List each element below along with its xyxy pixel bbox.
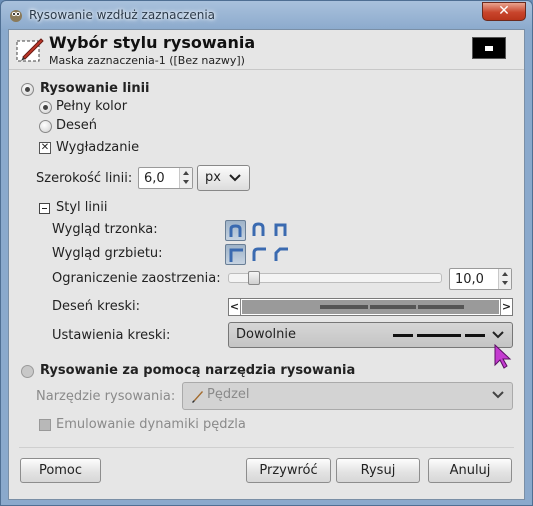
- cap-round-icon: [252, 222, 265, 236]
- dialog-content: Wybór stylu rysowania Maska zaznaczenia-…: [8, 29, 525, 500]
- cap-style-label: Wygląd trzonka:: [52, 222, 158, 237]
- paint-tool-label: Narzędzie rysowania:: [36, 389, 176, 404]
- join-bevel-icon: [274, 247, 288, 261]
- miter-limit-arrows[interactable]: [498, 269, 511, 289]
- cap-square-icon: [274, 223, 287, 236]
- line-style-label: Styl linii: [56, 200, 108, 215]
- chevron-down-icon: [229, 174, 241, 182]
- pattern-radio[interactable]: [39, 120, 52, 133]
- dialog-window: Rysowanie wzdłuż zaznaczenia ✕ Wybór sty…: [0, 0, 533, 506]
- cancel-button[interactable]: Anuluj: [428, 458, 512, 483]
- dash-preview-icon: [393, 334, 485, 337]
- cap-butt-button[interactable]: [225, 220, 246, 241]
- join-miter-button[interactable]: [225, 244, 246, 265]
- stroke-paint-radio[interactable]: [21, 365, 34, 378]
- dash-pattern-label: Deseń kreski:: [52, 299, 141, 314]
- separator: [19, 447, 514, 448]
- join-style-label: Wygląd grzbietu:: [52, 246, 163, 261]
- cap-butt-icon: [229, 224, 242, 237]
- title-bar: Rysowanie wzdłuż zaznaczenia ✕: [1, 1, 532, 29]
- paintbrush-icon: [192, 391, 203, 403]
- line-width-label: Szerokość linii:: [36, 171, 133, 186]
- gimp-icon: [10, 10, 22, 22]
- dash-pattern-scroll-right[interactable]: >: [500, 299, 512, 315]
- line-style-expander[interactable]: [39, 203, 50, 214]
- join-round-button[interactable]: [249, 244, 270, 265]
- dash-pattern-track[interactable]: [242, 300, 499, 314]
- cap-round-button[interactable]: [249, 220, 270, 241]
- dash-pattern-scroll-left[interactable]: <: [229, 299, 241, 315]
- stroke-button[interactable]: Rysuj: [336, 458, 420, 483]
- chevron-down-icon: [492, 331, 504, 339]
- stroke-paint-label: Rysowanie za pomocą narzędzia rysowania: [40, 363, 356, 378]
- dash-segment: [320, 305, 368, 309]
- dialog-header: Wybór stylu rysowania Maska zaznaczenia-…: [9, 30, 524, 70]
- paint-tool-select[interactable]: Pędzel: [182, 382, 513, 410]
- chevron-down-icon: [492, 391, 504, 399]
- join-miter-icon: [229, 248, 243, 262]
- solid-color-label: Pełny kolor: [56, 99, 128, 114]
- reset-button[interactable]: Przywróć: [246, 458, 331, 483]
- dash-preset-select[interactable]: Dowolnie: [228, 322, 513, 348]
- drawable-preview: [472, 37, 506, 59]
- miter-limit-slider[interactable]: [228, 273, 442, 283]
- solid-color-radio[interactable]: [39, 101, 52, 114]
- help-button[interactable]: Pomoc: [20, 458, 101, 483]
- miter-limit-value: 10,0: [455, 272, 484, 287]
- stroke-selection-icon: [16, 38, 44, 62]
- page-title: Wybór stylu rysowania: [49, 33, 256, 52]
- line-width-value: 6,0: [144, 171, 165, 186]
- dash-segment: [370, 305, 416, 309]
- dash-preset-label: Ustawienia kreski:: [52, 328, 171, 343]
- pattern-label: Deseń: [56, 118, 98, 133]
- paint-tool-value: Pędzel: [207, 387, 250, 402]
- miter-limit-slider-thumb[interactable]: [248, 271, 261, 285]
- miter-limit-label: Ograniczenie zaostrzenia:: [52, 271, 221, 286]
- cap-square-button[interactable]: [271, 220, 292, 241]
- dash-preset-value: Dowolnie: [236, 327, 297, 342]
- emulate-dynamics-checkbox[interactable]: [39, 419, 51, 431]
- antialiasing-checkbox[interactable]: ✕: [39, 142, 51, 154]
- mouse-cursor-icon: [494, 344, 512, 369]
- window-title: Rysowanie wzdłuż zaznaczenia: [29, 8, 216, 22]
- unit-select[interactable]: px: [197, 165, 250, 191]
- line-width-spinner[interactable]: 6,0: [138, 167, 193, 189]
- join-round-icon: [252, 247, 266, 261]
- line-width-arrows[interactable]: [179, 168, 192, 188]
- dash-pattern-editor[interactable]: < >: [228, 298, 513, 316]
- page-subtitle: Maska zaznaczenia-1 ([Bez nazwy]): [49, 54, 245, 67]
- dash-segment: [418, 305, 464, 309]
- join-bevel-button[interactable]: [271, 244, 292, 265]
- antialiasing-label: Wygładzanie: [56, 140, 140, 155]
- emulate-dynamics-label: Emulowanie dynamiki pędzla: [56, 417, 246, 432]
- stroke-line-radio[interactable]: [21, 83, 34, 96]
- unit-value: px: [205, 170, 221, 185]
- close-button[interactable]: ✕: [482, 2, 526, 21]
- stroke-line-label: Rysowanie linii: [40, 81, 150, 96]
- miter-limit-spinner[interactable]: 10,0: [449, 268, 512, 290]
